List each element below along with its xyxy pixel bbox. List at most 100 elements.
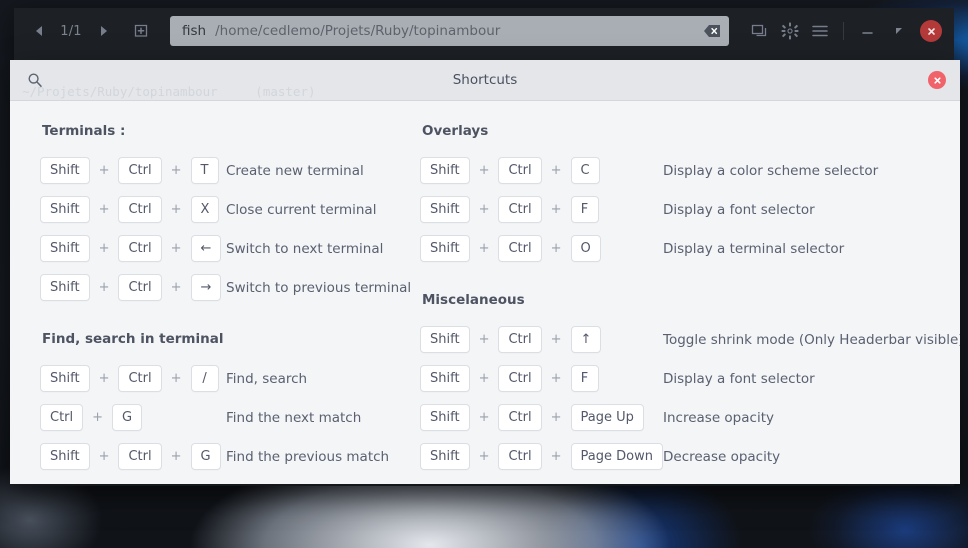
prev-terminal-button[interactable]: [24, 16, 54, 46]
shortcuts-column-left: Terminals : Shift + Ctrl + T Create new termin…: [10, 123, 411, 484]
shortcut-keys: Shift + Ctrl + F: [420, 365, 663, 392]
minimize-button[interactable]: [854, 17, 882, 45]
shortcut-row: Shift + Ctrl + Page Up Increase opacity: [420, 398, 950, 437]
key-separator: +: [550, 332, 562, 347]
key-separator: +: [170, 163, 182, 178]
shortcut-row: Shift + Ctrl + O Display a terminal selector: [420, 229, 950, 268]
key-cap: G: [190, 443, 221, 470]
dialog-title: Shortcuts: [452, 72, 518, 88]
key-cap: Ctrl: [498, 196, 542, 223]
key-cap: F: [570, 365, 599, 392]
key-separator: +: [170, 371, 182, 386]
key-cap: Shift: [420, 235, 470, 262]
key-separator: +: [170, 241, 182, 256]
backspace-icon[interactable]: [701, 20, 723, 42]
shortcut-keys: Shift + Ctrl + X: [40, 196, 226, 223]
shortcut-keys: Shift + Ctrl + O: [420, 235, 663, 262]
shortcut-description: Create new terminal: [226, 162, 364, 179]
group-title: Terminals :: [42, 123, 126, 139]
shortcut-description: Display a terminal selector: [663, 240, 845, 257]
key-cap: Shift: [40, 274, 90, 301]
key-separator: +: [478, 449, 490, 464]
shortcut-keys: Shift + Ctrl + T: [40, 157, 226, 184]
key-separator: +: [478, 371, 490, 386]
shortcuts-dialog: ~/Projets/Ruby/topinambour (master) Shor…: [10, 60, 960, 484]
key-cap: C: [570, 157, 600, 184]
maximize-button[interactable]: [886, 17, 914, 45]
terminals-overview-button[interactable]: [745, 16, 775, 46]
key-separator: +: [550, 371, 562, 386]
shortcut-description: Find the next match: [226, 409, 362, 426]
key-separator: +: [170, 202, 182, 217]
shortcut-row: Shift + Ctrl + ← Switch to next terminal: [40, 229, 400, 268]
key-cap: Page Up: [570, 404, 644, 431]
key-separator: +: [92, 410, 104, 425]
search-icon[interactable]: [22, 67, 48, 93]
key-separator: +: [550, 163, 562, 178]
group-title: Find, search in terminal: [42, 331, 224, 347]
desktop-screen: 1/1 fish /home/cedlemo/Projets/Ruby/topi…: [0, 0, 968, 548]
key-separator: +: [98, 202, 110, 217]
shell-name: fish: [182, 23, 207, 39]
key-separator: +: [550, 410, 562, 425]
key-cap: Ctrl: [118, 235, 162, 262]
shortcut-description: Switch to next terminal: [226, 240, 384, 257]
key-cap: →: [190, 274, 222, 301]
dialog-close-button[interactable]: [928, 71, 946, 89]
next-terminal-button[interactable]: [88, 16, 118, 46]
shortcut-row: Shift + Ctrl + Page Down Decrease opacity: [420, 437, 950, 476]
shortcut-keys: Shift + Ctrl + ←: [40, 235, 226, 262]
shortcut-row: Shift + Ctrl + / Find, search: [40, 359, 400, 398]
key-separator: +: [550, 449, 562, 464]
shortcut-description: Decrease opacity: [663, 448, 781, 465]
shortcut-description: Display a font selector: [663, 201, 815, 218]
key-separator: +: [478, 332, 490, 347]
key-cap: Shift: [40, 443, 90, 470]
path-entry[interactable]: fish /home/cedlemo/Projets/Ruby/topinamb…: [170, 16, 729, 46]
hamburger-menu-icon[interactable]: [805, 16, 835, 46]
key-cap: Ctrl: [118, 274, 162, 301]
dialog-headerbar: ~/Projets/Ruby/topinambour (master) Shor…: [10, 60, 960, 101]
key-cap: Ctrl: [498, 443, 542, 470]
key-separator: +: [478, 241, 490, 256]
shortcut-description: Find, search: [226, 370, 308, 387]
shortcut-keys: Shift + Ctrl + Page Up: [420, 404, 663, 431]
key-cap: O: [570, 235, 601, 262]
key-cap: G: [112, 404, 143, 431]
shortcut-row: Shift + Ctrl + X Close current terminal: [40, 190, 400, 229]
shortcut-keys: Shift + Ctrl + F: [420, 196, 663, 223]
key-cap: Ctrl: [498, 404, 542, 431]
close-button[interactable]: [920, 20, 942, 42]
key-cap: Shift: [420, 196, 470, 223]
key-cap: Ctrl: [498, 157, 542, 184]
shortcut-description: Switch to previous terminal: [226, 279, 412, 296]
key-cap: ↑: [570, 326, 602, 353]
shortcut-keys: Shift + Ctrl + Page Down: [420, 443, 663, 470]
key-separator: +: [98, 449, 110, 464]
key-cap: Shift: [40, 196, 90, 223]
key-cap: Ctrl: [118, 157, 162, 184]
headerbar-separator: [843, 22, 844, 40]
shortcut-row: Shift + Ctrl + ↑ Toggle shrink mode (Only Hea…: [420, 320, 960, 359]
add-terminal-button[interactable]: [126, 16, 156, 46]
shortcut-description: Find the previous match: [226, 448, 390, 465]
key-cap: Shift: [420, 326, 470, 353]
shortcut-description: Display a color scheme selector: [663, 162, 879, 179]
shortcut-row: Shift + Ctrl + G Find the previous match: [40, 437, 400, 476]
key-cap: Shift: [420, 365, 470, 392]
shortcut-row: Shift + Ctrl + F Display a font selector: [420, 359, 950, 398]
key-separator: +: [478, 163, 490, 178]
key-cap: T: [190, 157, 219, 184]
shortcut-keys: Shift + Ctrl + /: [40, 365, 226, 392]
key-separator: +: [98, 371, 110, 386]
path-value: /home/cedlemo/Projets/Ruby/topinambour: [215, 23, 501, 39]
shortcut-row: Shift + Ctrl + T Create new terminal: [40, 151, 400, 190]
shortcut-group: Terminals : Shift + Ctrl + T Create new termin…: [40, 123, 411, 307]
key-cap: Shift: [40, 365, 90, 392]
shortcut-description: Display a font selector: [663, 370, 815, 387]
shortcut-group: Miscelaneous Shift + Ctrl + ↑ Toggle shrink mo…: [420, 292, 960, 476]
gear-icon[interactable]: [775, 16, 805, 46]
shortcut-keys: Shift + Ctrl + G: [40, 443, 226, 470]
key-cap: Ctrl: [40, 404, 84, 431]
shortcut-row: Shift + Ctrl + → Switch to previous terminal: [40, 268, 411, 307]
